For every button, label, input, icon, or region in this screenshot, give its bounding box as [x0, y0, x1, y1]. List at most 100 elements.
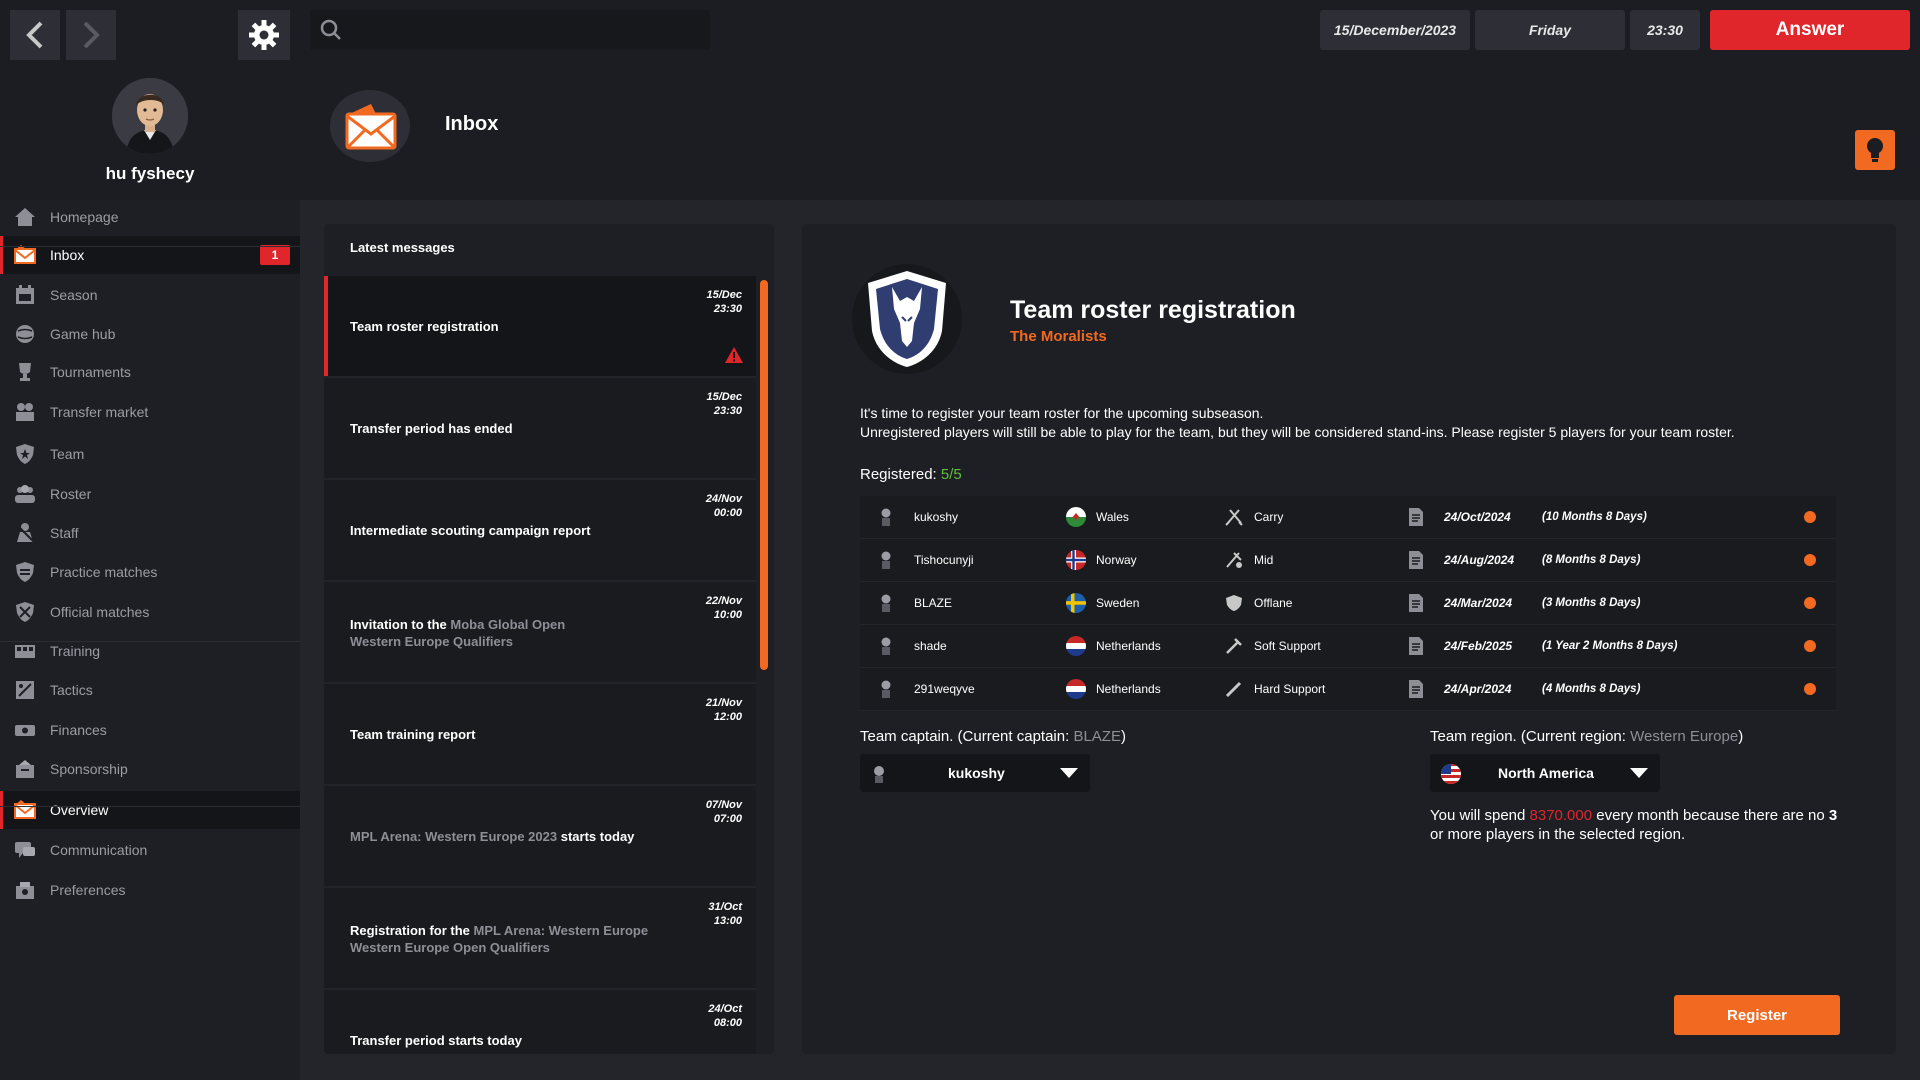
sidebar-item-overview[interactable]: Overview	[0, 791, 300, 829]
tactics-icon	[12, 678, 38, 702]
sidebar-item-label: Finances	[50, 722, 107, 738]
message-item[interactable]: Registration for the MPL Arena: Western …	[324, 888, 756, 990]
player-role: Soft Support	[1254, 639, 1321, 653]
spend-count: 3	[1828, 807, 1838, 824]
sidebar-item-transfer-market[interactable]: Transfer market	[0, 393, 300, 431]
envelope-icon	[345, 104, 397, 150]
current-region: Western Europe	[1630, 728, 1739, 745]
team-crest	[852, 264, 962, 374]
sidebar-item-communication[interactable]: Communication	[0, 831, 300, 869]
sidebar-item-training[interactable]: Training	[0, 632, 300, 670]
message-date: 24/Oct 08:00	[708, 1002, 742, 1030]
message-title-highlight: MPL Arena: Western Europe 2023	[350, 829, 558, 844]
sidebar-item-roster[interactable]: Roster	[0, 475, 300, 513]
roster-row[interactable]: 291weqyve Netherlands Hard Support 24/Apr/2…	[860, 668, 1836, 711]
contract-duration: (1 Year 2 Months 8 Days)	[1542, 640, 1678, 652]
message-item[interactable]: Invitation to the Moba Global Open Wester…	[324, 582, 756, 684]
sidebar-divider	[0, 806, 300, 807]
gear-icon	[249, 20, 279, 50]
forward-button[interactable]	[66, 10, 116, 60]
message-item[interactable]: Transfer period starts today 24/Oct 08:00	[324, 990, 756, 1054]
sidebar-item-label: Overview	[50, 802, 109, 818]
message-day: 24/Nov	[705, 493, 742, 505]
contract-icon	[1408, 539, 1424, 581]
sidebar-item-tournaments[interactable]: Tournaments	[0, 353, 300, 391]
message-day: 31/Oct	[708, 901, 742, 913]
country-flag-icon	[1066, 668, 1086, 710]
message-title-wrap: Invitation to the Moba Global Open Wester…	[350, 616, 680, 650]
sidebar-item-homepage[interactable]: Homepage	[0, 198, 300, 236]
sidebar-item-team[interactable]: Team	[0, 435, 300, 473]
sidebar-item-sponsorship[interactable]: Sponsorship	[0, 750, 300, 788]
back-button[interactable]	[10, 10, 60, 60]
contract-duration: (3 Months 8 Days)	[1542, 597, 1641, 609]
sidebar-item-official-matches[interactable]: Official matches	[0, 593, 300, 631]
player-icon	[878, 582, 894, 624]
roster-row[interactable]: kukoshy Wales Carry 24/Oct/2024 (10 Months 8…	[860, 496, 1836, 539]
message-item[interactable]: Transfer period has ended 15/Dec 23:30	[324, 378, 756, 480]
player-role: Mid	[1254, 553, 1274, 567]
training-icon	[12, 639, 38, 663]
status-dot-icon	[1803, 668, 1817, 710]
player-country: Wales	[1096, 510, 1129, 524]
message-item[interactable]: Team roster registration 15/Dec 23:30	[324, 276, 756, 378]
message-time: 12:00	[713, 711, 742, 723]
region-dropdown[interactable]: North America	[1430, 754, 1660, 792]
sidebar-item-label: Game hub	[50, 326, 116, 342]
message-title-wrap: Transfer period has ended	[350, 420, 680, 437]
sidebar-item-practice-matches[interactable]: Practice matches	[0, 553, 300, 591]
message-time: 08:00	[713, 1017, 742, 1029]
inbox-header-icon-wrap	[330, 90, 410, 162]
roster-row[interactable]: BLAZE Sweden Offlane 24/Mar/2024 (3 Months 8…	[860, 582, 1836, 625]
message-title: Team training report	[350, 727, 476, 742]
search-bar	[310, 10, 710, 52]
avatar[interactable]	[112, 78, 188, 154]
message-item[interactable]: Intermediate scouting campaign report 24/…	[324, 480, 756, 582]
captain-dropdown[interactable]: kukoshy	[860, 754, 1090, 792]
message-line-1: It's time to register your team roster f…	[860, 405, 1264, 421]
contract-icon	[1408, 625, 1424, 667]
staff-icon	[12, 521, 38, 545]
sidebar-item-season[interactable]: Season	[0, 276, 300, 314]
message-body: It's time to register your team roster f…	[860, 404, 1735, 442]
message-title-prefix: Registration for the	[350, 923, 474, 938]
roster-row[interactable]: shade Netherlands Soft Support 24/Feb/2025 (…	[860, 625, 1836, 668]
message-time: 10:00	[713, 609, 742, 621]
top-bar: 15/December/2023 Friday 23:30 Answer	[0, 0, 1920, 60]
region-label-text: Team region. (Current region:	[1430, 728, 1631, 745]
answer-button[interactable]: Answer	[1710, 10, 1910, 50]
search-input[interactable]	[354, 10, 698, 52]
sidebar-item-preferences[interactable]: Preferences	[0, 871, 300, 909]
message-day: 22/Nov	[705, 595, 742, 607]
sidebar-item-staff[interactable]: Staff	[0, 514, 300, 552]
message-day: 07/Nov	[705, 799, 742, 811]
message-date: 31/Oct 13:00	[708, 900, 742, 928]
registered-count: Registered: 5/5	[860, 466, 962, 483]
warning-icon	[725, 347, 743, 363]
practice-icon	[12, 560, 38, 584]
sidebar-item-inbox[interactable]: Inbox 1	[0, 236, 300, 274]
register-button[interactable]: Register	[1674, 995, 1840, 1035]
message-title: Transfer period has ended	[350, 421, 513, 436]
sidebar-item-game-hub[interactable]: Game hub	[0, 315, 300, 353]
messages-scrollbar[interactable]	[760, 280, 768, 670]
message-title-wrap: Team roster registration	[350, 318, 680, 335]
roster-row[interactable]: Tishocunyji Norway Mid 24/Aug/2024 (8 Months…	[860, 539, 1836, 582]
player-country: Norway	[1096, 553, 1137, 567]
messages-panel: Latest messages Team roster registration…	[324, 224, 774, 1054]
page-header	[300, 60, 1920, 200]
spend-suffix: every month because there are no	[1592, 807, 1829, 824]
player-icon	[878, 625, 894, 667]
contract-end-date: 24/Feb/2025	[1444, 639, 1513, 653]
sidebar-item-label: Communication	[50, 842, 148, 858]
sidebar-item-label: Inbox	[50, 247, 85, 263]
settings-button[interactable]	[238, 10, 290, 60]
contract-icon	[1408, 582, 1424, 624]
sidebar-item-tactics[interactable]: Tactics	[0, 671, 300, 709]
message-item[interactable]: Team training report 21/Nov 12:00	[324, 684, 756, 786]
swords-icon	[12, 600, 38, 624]
sidebar-item-finances[interactable]: Finances	[0, 711, 300, 749]
message-item[interactable]: MPL Arena: Western Europe 2023 starts to…	[324, 786, 756, 888]
role-icon	[1224, 496, 1244, 538]
tips-button[interactable]	[1855, 130, 1895, 170]
